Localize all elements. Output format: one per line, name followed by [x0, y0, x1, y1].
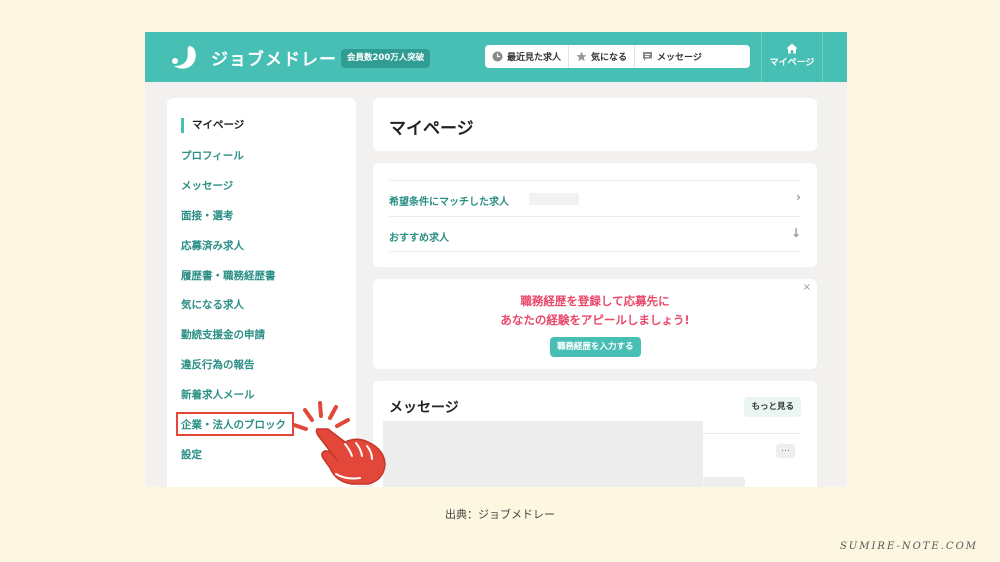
- sidebar-item-settings[interactable]: 設定: [181, 447, 202, 462]
- sidebar-item-resume[interactable]: 履歴書・職務経歴書: [181, 268, 276, 283]
- sidebar-item-interviews[interactable]: 面接・選考: [181, 208, 234, 223]
- sidebar-item-violation-report[interactable]: 違反行為の報告: [181, 357, 255, 372]
- logo-icon[interactable]: [169, 44, 201, 72]
- logo-text[interactable]: ジョブメドレー: [211, 45, 337, 70]
- sidebar-item-applied-jobs[interactable]: 応募済み求人: [181, 238, 244, 253]
- messages-label: メッセージ: [657, 53, 702, 63]
- jobs-card: 希望条件にマッチした求人 › おすすめ求人 ↓: [373, 163, 817, 267]
- enter-career-button[interactable]: 職務経歴を入力する: [550, 337, 641, 357]
- redacted-message-area: [383, 421, 703, 487]
- message-tag: [703, 477, 745, 487]
- sidebar-item-new-job-mail[interactable]: 新着求人メール: [181, 387, 255, 402]
- mypage-header-link[interactable]: マイページ: [761, 32, 823, 82]
- source-caption: 出典：ジョブメドレー: [445, 508, 555, 521]
- arrow-down-icon: ↓: [790, 226, 801, 240]
- favorites-label: 気になる: [591, 53, 628, 63]
- recommended-jobs-label: おすすめ求人: [389, 233, 449, 244]
- recently-viewed-link[interactable]: 最近見た求人: [485, 45, 570, 68]
- member-count-badge: 会員数200万人突破: [341, 49, 431, 68]
- page-title: マイページ: [389, 119, 474, 139]
- sidebar-item-profile[interactable]: プロフィール: [181, 148, 244, 163]
- messages-card: メッセージ もっと見る …: [373, 381, 817, 487]
- sidebar-item-messages[interactable]: メッセージ: [181, 178, 233, 193]
- pointing-hand-icon: [292, 401, 386, 485]
- sidebar-item-mypage[interactable]: マイページ: [181, 118, 244, 133]
- career-promo-card: × 職務経歴を登録して応募先に あなたの経験をアピールしましょう! 職務経歴を入…: [373, 279, 817, 369]
- mypage-header-label: マイページ: [769, 58, 815, 68]
- site-header: ジョブメドレー 会員数200万人突破 最近見た求人 気になる メッセージ マイペ…: [145, 32, 847, 82]
- more-options-icon[interactable]: …: [776, 444, 795, 458]
- site-watermark: SUMIRE-NOTE.COM: [839, 541, 978, 552]
- promo-line-2: あなたの経験をアピールしましょう!: [500, 313, 690, 327]
- clock-icon: [492, 51, 503, 62]
- favorites-link[interactable]: 気になる: [569, 45, 636, 68]
- sidebar-item-favorite-jobs[interactable]: 気になる求人: [181, 297, 244, 312]
- matched-jobs-row[interactable]: 希望条件にマッチした求人 ›: [389, 180, 801, 216]
- home-icon: [786, 43, 798, 54]
- redacted-count: [529, 193, 579, 205]
- recently-viewed-label: 最近見た求人: [507, 53, 562, 63]
- title-card: マイページ: [373, 98, 817, 151]
- sidebar-item-support-payment[interactable]: 勤続支援金の申請: [181, 327, 265, 342]
- star-icon: [576, 51, 587, 62]
- promo-line-1: 職務経歴を登録して応募先に: [520, 294, 670, 308]
- chevron-right-icon: ›: [796, 190, 801, 204]
- chat-icon: [643, 52, 653, 61]
- annotation-highlight-box: [176, 412, 294, 436]
- matched-jobs-label: 希望条件にマッチした求人: [389, 197, 509, 208]
- recommended-jobs-row[interactable]: おすすめ求人 ↓: [389, 216, 801, 252]
- see-more-button[interactable]: もっと見る: [744, 397, 801, 417]
- promo-message: 職務経歴を登録して応募先に あなたの経験をアピールしましょう!: [373, 292, 817, 330]
- messages-link[interactable]: メッセージ: [635, 45, 709, 68]
- header-nav: 最近見た求人 気になる メッセージ: [485, 45, 750, 68]
